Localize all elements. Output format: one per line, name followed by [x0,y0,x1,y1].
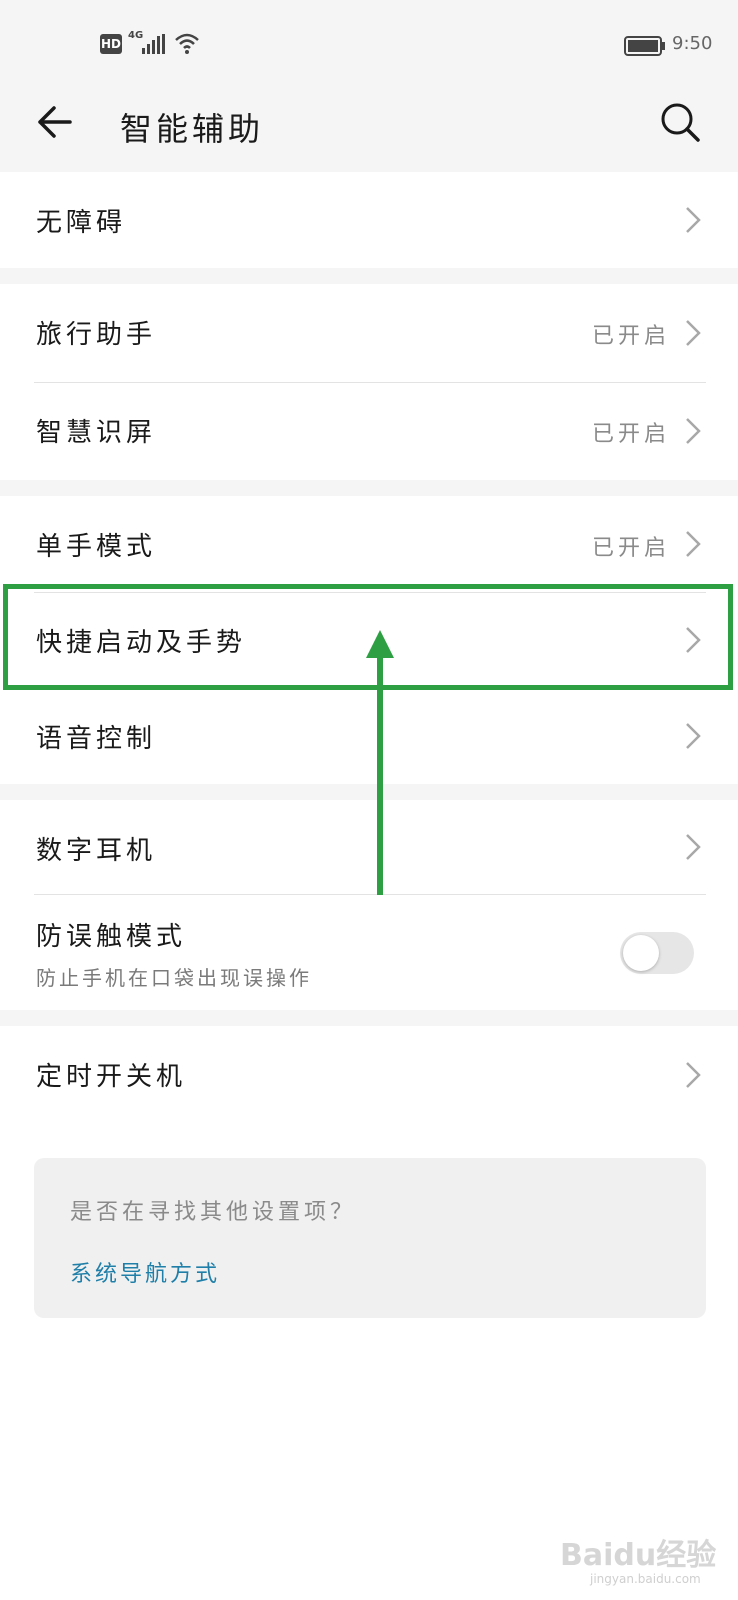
suggestion-question: 是否在寻找其他设置项？ [70,1200,357,1225]
setting-label: 无障碍 [36,208,127,238]
setting-label: 单手模式 [36,532,157,562]
setting-row-scheduled-power[interactable]: 定时开关机 [0,1026,738,1124]
network-type: 4G [128,30,144,41]
arrow-left-icon[interactable] [34,100,78,144]
setting-row-accessibility[interactable]: 无障碍 [0,172,738,268]
watermark-text: Baidu经验 [560,1538,717,1573]
setting-row-one-handed-mode[interactable]: 单手模式 已开启 [0,496,738,592]
search-icon[interactable] [658,100,702,144]
baidu-watermark: Baidu经验 jingyan.baidu.com [560,1500,730,1590]
setting-label: 防误触模式 [36,922,187,952]
chevron-right-icon [686,834,701,860]
setting-label: 旅行助手 [36,320,157,350]
setting-status: 已开启 [591,422,670,447]
setting-row-travel-assistant[interactable]: 旅行助手 已开启 [0,284,738,382]
chevron-right-icon [686,531,701,557]
watermark-url: jingyan.baidu.com [590,1572,701,1586]
setting-label: 语音控制 [36,724,157,754]
setting-sublabel: 防止手机在口袋出现误操作 [36,966,312,990]
setting-label: 数字耳机 [36,836,157,866]
setting-label: 定时开关机 [36,1062,187,1092]
chevron-right-icon [686,1062,701,1088]
page-title: 智能辅助 [120,110,265,148]
status-time: 9:50 [672,33,713,54]
settings-group-1: 无障碍 [0,172,738,268]
hd-badge: HD [100,34,122,54]
accidental-touch-toggle[interactable] [620,932,694,974]
system-navigation-link[interactable]: 系统导航方式 [70,1256,220,1288]
settings-group-2: 旅行助手 已开启 智慧识屏 已开启 [0,284,738,480]
setting-status: 已开启 [591,536,670,561]
annotation-arrow-up-icon [366,630,394,895]
chevron-right-icon [686,320,701,346]
suggestion-box: 是否在寻找其他设置项？ 系统导航方式 [34,1158,706,1318]
chevron-right-icon [686,207,701,233]
status-bar: HD 4G 9:50 [0,0,738,90]
wifi-icon [175,33,199,54]
setting-status: 已开启 [591,324,670,349]
chevron-right-icon [686,723,701,749]
setting-row-accidental-touch-mode[interactable]: 防误触模式 防止手机在口袋出现误操作 [0,894,738,1010]
signal-icon [142,34,165,54]
battery-icon [624,36,665,56]
chevron-right-icon [686,418,701,444]
setting-row-smart-screen-recognition[interactable]: 智慧识屏 已开启 [0,382,738,480]
toggle-knob [623,935,659,971]
setting-label: 智慧识屏 [36,418,157,448]
